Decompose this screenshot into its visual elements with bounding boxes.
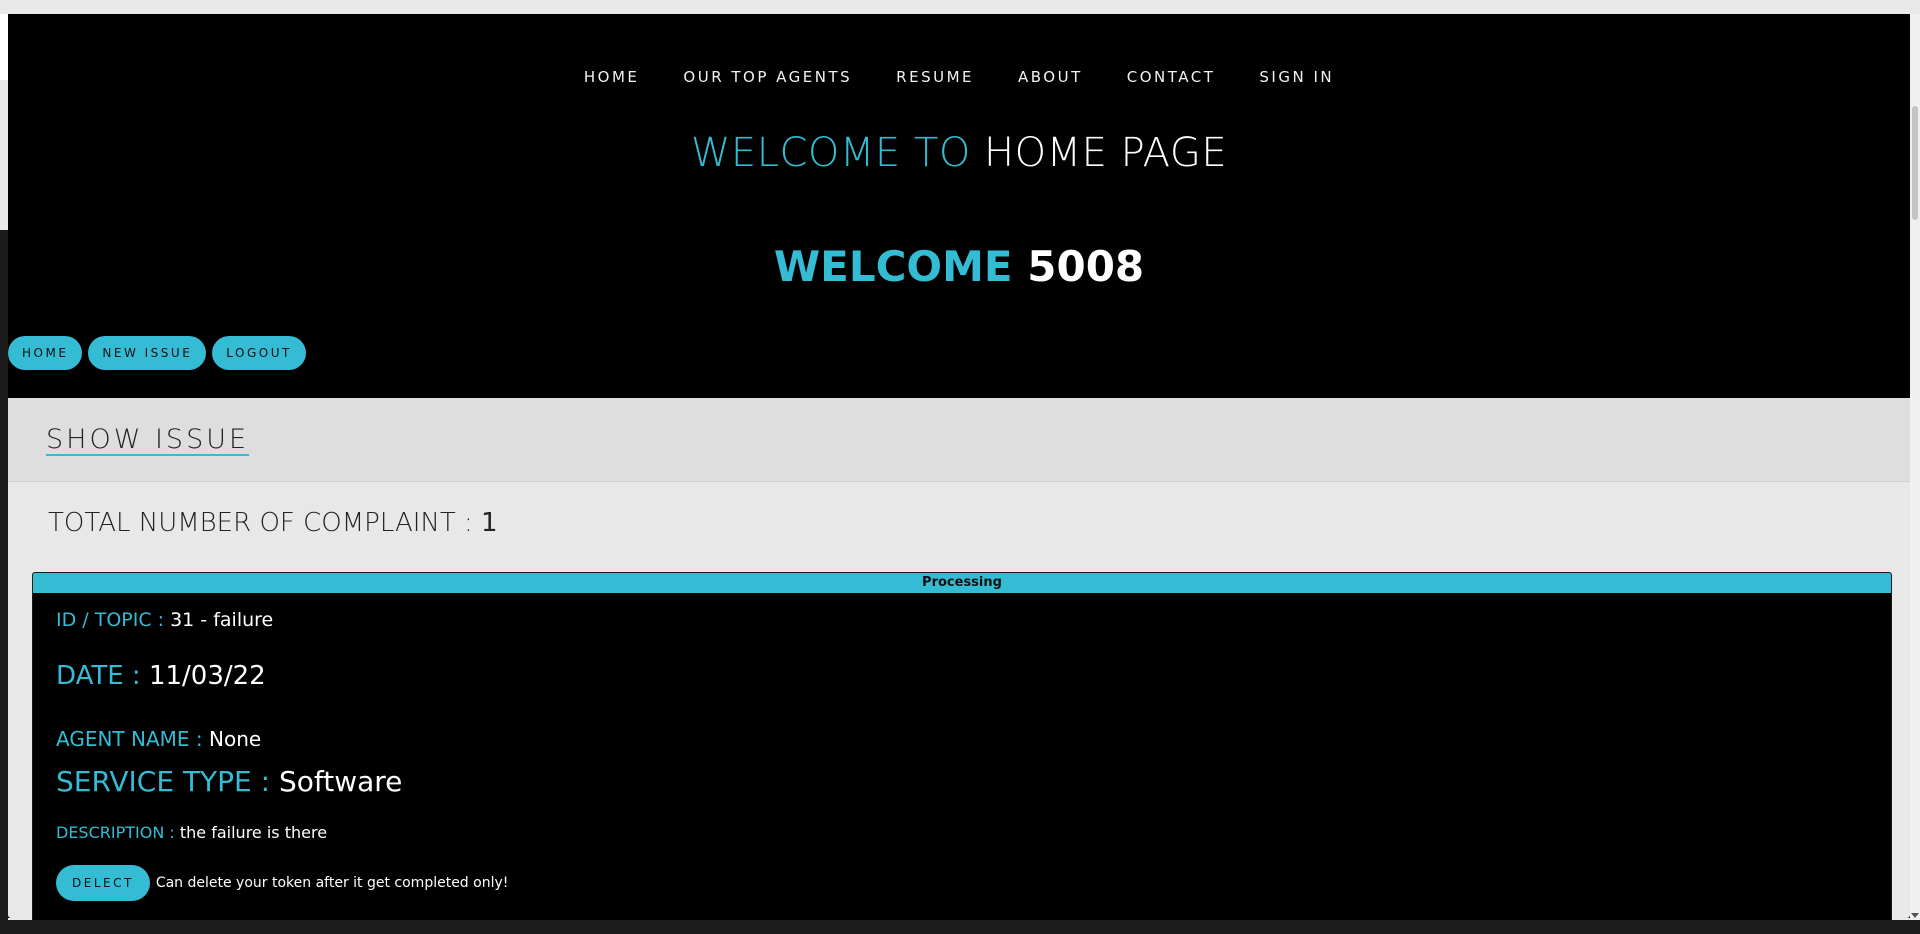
show-issue-panel: SHOW ISSUE TOTAL NUMBER OF COMPLAINT : 1…	[8, 398, 1910, 926]
delete-row: DELECT Can delete your token after it ge…	[56, 865, 508, 901]
left-edge-dark	[0, 230, 8, 920]
user-id: 5008	[1027, 242, 1145, 291]
agent-label: AGENT NAME :	[56, 727, 203, 751]
service-row: SERVICE TYPE : Software	[56, 765, 402, 798]
welcome-page: HOME PAGE	[984, 130, 1228, 176]
agent-value: None	[209, 727, 262, 751]
nav-about[interactable]: ABOUT	[1018, 68, 1083, 86]
description-row: DESCRIPTION : the failure is there	[56, 823, 327, 842]
nav-resume[interactable]: RESUME	[896, 68, 974, 86]
delete-note: Can delete your token after it get compl…	[155, 875, 509, 891]
date-value: 11/03/22	[148, 661, 266, 691]
page-frame: HOME OUR TOP AGENTS RESUME ABOUT CONTACT…	[8, 14, 1910, 926]
panel-header: SHOW ISSUE	[8, 398, 1910, 482]
scrollbar-thumb[interactable]	[1912, 106, 1918, 220]
description-value: the failure is there	[179, 823, 328, 842]
service-label: SERVICE TYPE :	[56, 765, 271, 798]
welcome-prefix: WELCOME TO	[690, 130, 971, 176]
id-topic-value: 31 - failure	[170, 609, 274, 631]
new-issue-button[interactable]: NEW ISSUE	[88, 336, 207, 370]
home-button[interactable]: HOME	[8, 336, 83, 370]
user-prefix: WELCOME	[773, 242, 1013, 291]
id-topic-row: ID / TOPIC : 31 - failure	[56, 609, 273, 631]
nav-home[interactable]: HOME	[584, 68, 640, 86]
complaint-count-value: 1	[481, 508, 498, 538]
bottom-bar	[0, 920, 1920, 934]
description-label: DESCRIPTION :	[56, 823, 175, 842]
issue-card: Processing ID / TOPIC : 31 - failure DAT…	[32, 572, 1892, 926]
action-buttons: HOME NEW ISSUE LOGOUT	[8, 336, 306, 370]
scroll-down-icon[interactable]	[1911, 913, 1919, 918]
complaint-count-label: TOTAL NUMBER OF COMPLAINT :	[48, 508, 473, 538]
status-badge: Processing	[33, 573, 1891, 593]
date-label: DATE :	[56, 661, 141, 691]
panel-title[interactable]: SHOW ISSUE	[46, 424, 249, 455]
nav-contact[interactable]: CONTACT	[1127, 68, 1216, 86]
welcome-user: WELCOME 5008	[8, 242, 1910, 291]
left-edge	[0, 14, 8, 80]
delete-button[interactable]: DELECT	[56, 865, 150, 901]
date-row: DATE : 11/03/22	[56, 661, 266, 691]
nav-top-agents[interactable]: OUR TOP AGENTS	[683, 68, 852, 86]
complaint-count: TOTAL NUMBER OF COMPLAINT : 1	[48, 508, 1910, 538]
agent-row: AGENT NAME : None	[56, 727, 261, 751]
nav-sign-in[interactable]: SIGN IN	[1259, 68, 1334, 86]
main-nav: HOME OUR TOP AGENTS RESUME ABOUT CONTACT…	[8, 68, 1910, 86]
scrollbar[interactable]	[1910, 14, 1920, 920]
page-title: WELCOME TO HOME PAGE	[8, 130, 1910, 176]
id-topic-label: ID / TOPIC :	[56, 609, 165, 631]
logout-button[interactable]: LOGOUT	[212, 336, 306, 370]
service-value: Software	[278, 765, 403, 798]
